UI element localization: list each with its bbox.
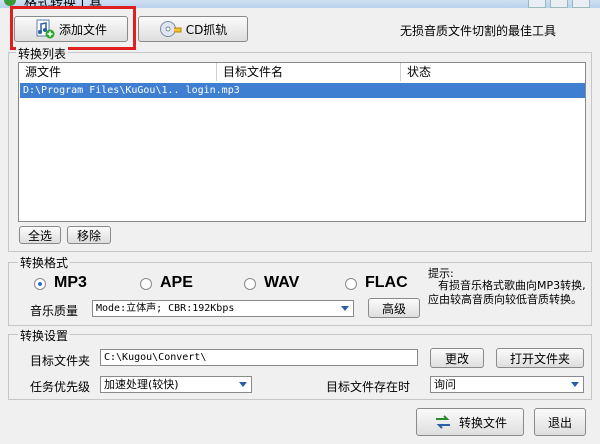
settings-group-label: 转换设置 xyxy=(18,327,71,344)
quality-value: Mode:立体声; CBR:192Kbps xyxy=(96,303,235,314)
open-folder-button[interactable]: 打开文件夹 xyxy=(496,348,584,368)
dropdown-arrow-icon xyxy=(571,382,579,387)
dropdown-arrow-icon xyxy=(341,306,349,311)
radio-flac-label[interactable]: FLAC xyxy=(365,274,408,292)
priority-value: 加速处理(较快) xyxy=(104,378,179,391)
table-row[interactable]: D:\Program Files\KuGou\1.. login.mp3 xyxy=(20,83,585,98)
exit-button[interactable]: 退出 xyxy=(534,408,586,436)
target-folder-value: C:\Kugou\Convert\ xyxy=(104,352,207,363)
radio-ape-label[interactable]: APE xyxy=(160,274,193,292)
column-header-target[interactable]: 目标文件名 xyxy=(217,63,401,81)
column-header-status[interactable]: 状态 xyxy=(401,63,585,81)
cd-rip-label: CD抓轨 xyxy=(185,22,228,37)
quality-select[interactable]: Mode:立体声; CBR:192Kbps xyxy=(92,300,354,317)
convert-arrows-icon xyxy=(435,415,450,429)
cd-rip-button[interactable]: CD抓轨 xyxy=(138,16,248,42)
target-folder-label: 目标文件夹 xyxy=(30,354,91,368)
target-folder-input[interactable]: C:\Kugou\Convert\ xyxy=(100,349,418,366)
change-folder-button[interactable]: 更改 xyxy=(430,348,484,368)
radio-mp3-label[interactable]: MP3 xyxy=(54,274,87,292)
priority-label: 任务优先级 xyxy=(30,380,91,394)
remove-button[interactable]: 移除 xyxy=(67,226,111,244)
row-source-cell: D:\Program Files\KuGou\1.. login.mp3 xyxy=(23,85,240,96)
convert-button[interactable]: 转换文件 xyxy=(416,408,524,436)
radio-wav[interactable] xyxy=(244,278,256,290)
radio-ape[interactable] xyxy=(140,278,152,290)
close-button[interactable] xyxy=(572,0,590,8)
exists-value: 询问 xyxy=(434,378,456,391)
quality-label: 音乐质量 xyxy=(30,304,79,318)
convert-list-group-label: 转换列表 xyxy=(16,45,69,62)
radio-flac[interactable] xyxy=(345,278,357,290)
radio-mp3[interactable] xyxy=(34,278,46,290)
advanced-button[interactable]: 高级 xyxy=(368,298,420,318)
exists-select[interactable]: 询问 xyxy=(430,376,584,393)
format-group-label: 转换格式 xyxy=(18,254,71,271)
maximize-button[interactable] xyxy=(550,0,568,8)
priority-select[interactable]: 加速处理(较快) xyxy=(100,376,252,393)
radio-wav-label[interactable]: WAV xyxy=(264,274,299,292)
convert-label: 转换文件 xyxy=(458,415,507,430)
hint-text: 有损音乐格式歌曲向MP3转换,应由较高音质向较低音质转换。 xyxy=(428,279,586,306)
cd-icon xyxy=(159,21,182,37)
exists-label: 目标文件存在时 xyxy=(326,380,411,394)
minimize-button[interactable] xyxy=(528,0,546,8)
file-list[interactable]: 源文件 目标文件名 状态 D:\Program Files\KuGou\1.. … xyxy=(18,62,586,222)
dropdown-arrow-icon xyxy=(239,382,247,387)
column-header-source[interactable]: 源文件 xyxy=(19,63,217,81)
slogan-text: 无损音质文件切割的最佳工具 xyxy=(400,24,557,38)
highlight-box xyxy=(10,6,136,50)
select-all-button[interactable]: 全选 xyxy=(19,226,61,244)
